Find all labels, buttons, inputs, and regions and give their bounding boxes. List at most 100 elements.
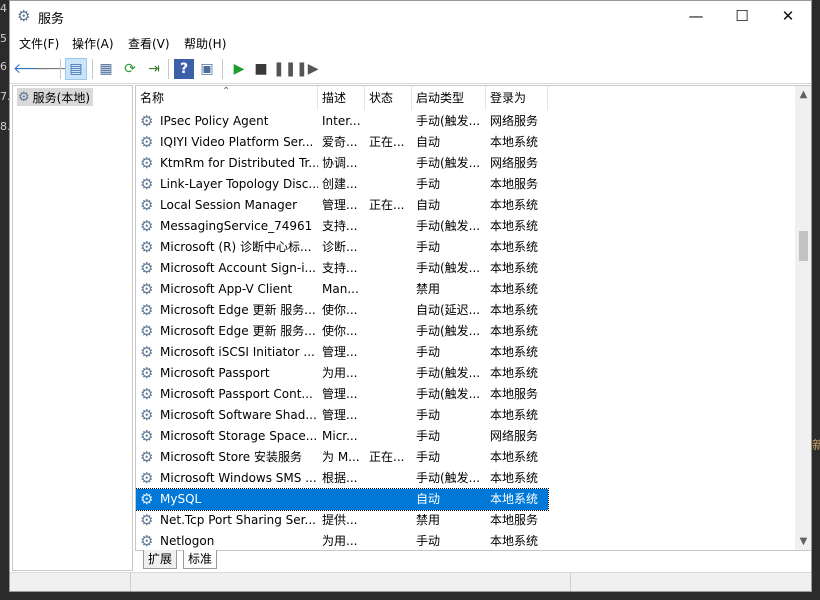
scrollbar-thumb[interactable] (799, 231, 808, 261)
table-row[interactable]: ⚙ Microsoft App-V Client Man... 禁用 本地系统 (136, 279, 548, 300)
toolbar-separator (60, 59, 61, 79)
toolbar-separator (92, 59, 93, 79)
table-row[interactable]: ⚙ Microsoft iSCSI Initiator ... 管理... 手动 本地系… (136, 342, 548, 363)
cell-status (365, 342, 412, 363)
cell-name: Link-Layer Topology Disc... (160, 177, 318, 191)
menu-file[interactable]: 文件(F) (19, 35, 59, 52)
table-row[interactable]: ⚙ Microsoft Account Sign-i... 支持... 手动(触发..… (136, 258, 548, 279)
maximize-button[interactable]: ☐ (719, 1, 765, 31)
service-gear-icon: ⚙ (140, 196, 154, 214)
table-row[interactable]: ⚙ Microsoft Passport 为用... 手动(触发... 本地系统 (136, 363, 548, 384)
cell-logon: 本地系统 (490, 282, 539, 296)
table-row[interactable]: ⚙ Microsoft Storage Space... Micr... 手动 网络服务 (136, 426, 548, 447)
properties-icon[interactable]: ▦ (96, 59, 116, 79)
close-button[interactable]: ✕ (765, 1, 811, 31)
cell-startup: 手动 (416, 345, 441, 359)
table-row[interactable]: ⚙ Microsoft Software Shad... 管理... 手动 本地系统 (136, 405, 548, 426)
cell-desc: 为 M... (322, 450, 360, 464)
cell-startup: 手动(触发... (416, 261, 481, 275)
service-gear-icon: ⚙ (140, 406, 154, 424)
column-header-startup-type[interactable]: 启动类型 (412, 86, 486, 110)
tab-standard[interactable]: 标准 (183, 550, 218, 569)
table-row[interactable]: ⚙ Microsoft Windows SMS ... 根据... 手动(触发... 本… (136, 468, 548, 489)
forward-arrow-icon[interactable]: 🡒 (34, 59, 72, 79)
cell-name: Microsoft Storage Space... (160, 429, 318, 443)
table-row[interactable]: ⚙ IPsec Policy Agent Inter... 手动(触发... 网络服务 (136, 111, 548, 132)
table-row[interactable]: ⚙ Net.Tcp Port Sharing Ser... 提供... 禁用 本地服务 (136, 510, 548, 531)
cell-logon: 本地系统 (490, 324, 539, 338)
table-row[interactable]: ⚙ Microsoft Edge 更新 服务... 使你... 自动(延迟... 本地系… (136, 300, 548, 321)
back-arrow-icon[interactable]: 🡐 (13, 59, 51, 79)
table-row[interactable]: ⚙ KtmRm for Distributed Tr... 协调... 手动(触发..… (136, 153, 548, 174)
cell-desc: Inter... (322, 114, 361, 128)
cell-logon: 本地系统 (490, 135, 539, 149)
cell-desc: 协调... (322, 156, 358, 170)
start-service-icon[interactable]: ▶ (229, 59, 249, 79)
gutter-number: 4 (0, 2, 7, 15)
show-hide-pane-icon[interactable]: ▣ (197, 59, 217, 79)
cell-logon: 网络服务 (490, 156, 539, 170)
table-row[interactable]: ⚙ Microsoft Edge 更新 服务... 使你... 手动(触发... 本地系… (136, 321, 548, 342)
cell-logon: 本地系统 (490, 366, 539, 380)
table-row[interactable]: ⚙ Link-Layer Topology Disc... 创建... 手动 本地服务 (136, 174, 548, 195)
service-gear-icon: ⚙ (140, 385, 154, 403)
cell-startup: 手动(触发... (416, 387, 481, 401)
cell-name: Microsoft Store 安装服务 (160, 450, 302, 464)
status-bar (10, 572, 811, 591)
table-row[interactable]: ⚙ MySQL 自动 本地系统 (136, 488, 549, 511)
cell-desc: 创建... (322, 177, 358, 191)
cell-startup: 手动(触发... (416, 471, 481, 485)
column-header-status[interactable]: 状态 (365, 86, 412, 110)
cell-desc: 提供... (322, 513, 358, 527)
cell-name: Microsoft Edge 更新 服务... (160, 324, 316, 338)
cell-name: Microsoft Edge 更新 服务... (160, 303, 316, 317)
cell-status (365, 405, 412, 426)
vertical-scrollbar[interactable]: ▲ ▼ (795, 86, 811, 550)
table-row[interactable]: ⚙ MessagingService_74961 支持... 手动(触发... 本地系统 (136, 216, 548, 237)
menu-action[interactable]: 操作(A) (72, 35, 114, 52)
scroll-down-icon[interactable]: ▼ (795, 533, 811, 550)
cell-status: 正在... (369, 198, 405, 212)
help-icon[interactable]: ? (174, 59, 194, 79)
table-row[interactable]: ⚙ Netlogon 为用... 手动 本地系统 (136, 531, 548, 550)
tab-extended[interactable]: 扩展 (143, 550, 178, 569)
table-row[interactable]: ⚙ Local Session Manager 管理... 正在... 自动 本地系统 (136, 195, 548, 216)
table-row[interactable]: ⚙ Microsoft Store 安装服务 为 M... 正在... 手动 本地系统 (136, 447, 548, 468)
table-row[interactable]: ⚙ Microsoft Passport Cont... 管理... 手动(触发...… (136, 384, 548, 405)
menu-view[interactable]: 查看(V) (128, 35, 170, 52)
column-header-log-on-as[interactable]: 登录为 (486, 86, 548, 110)
services-list: ⌃ 名称 描述 状态 启动类型 登录为 ⚙ IPsec Policy Agent I… (135, 85, 811, 551)
cell-logon: 本地系统 (490, 492, 539, 506)
cell-status (365, 468, 412, 489)
column-header-description[interactable]: 描述 (318, 86, 365, 110)
service-gear-icon: ⚙ (140, 427, 154, 445)
cell-name: Microsoft Account Sign-i... (160, 261, 316, 275)
cell-name: Microsoft Passport (160, 366, 270, 380)
column-header-name[interactable]: ⌃ 名称 (136, 86, 318, 110)
cell-desc: 爱奇... (322, 135, 358, 149)
cell-startup: 自动 (416, 198, 441, 212)
table-row[interactable]: ⚙ Microsoft (R) 诊断中心标... 诊断... 手动 本地系统 (136, 237, 548, 258)
cell-desc (318, 489, 365, 510)
tree-item-services-local[interactable]: ⚙ 服务(本地) (17, 88, 94, 106)
cell-name: Microsoft iSCSI Initiator ... (160, 345, 315, 359)
console-tree-pane: ⚙ 服务(本地) (12, 85, 133, 571)
export-list-icon[interactable]: ⇥ (144, 59, 164, 79)
service-gear-icon: ⚙ (140, 175, 154, 193)
service-gear-icon: ⚙ (140, 154, 154, 172)
minimize-button[interactable]: — (673, 1, 719, 31)
restart-service-icon[interactable]: ❚▶ (296, 59, 319, 79)
console-tree-icon[interactable]: ▤ (65, 58, 87, 80)
scroll-up-icon[interactable]: ▲ (795, 86, 811, 103)
cell-status: 正在... (369, 135, 405, 149)
cell-desc: 管理... (322, 198, 358, 212)
toolbar-separator (168, 59, 169, 79)
stop-service-icon[interactable]: ■ (251, 59, 271, 79)
menu-help[interactable]: 帮助(H) (184, 35, 226, 52)
table-row[interactable]: ⚙ IQIYI Video Platform Ser... 爱奇... 正在... 自动… (136, 132, 548, 153)
title-bar[interactable]: ⚙ 服务 — ☐ ✕ (10, 1, 811, 31)
refresh-icon[interactable]: ⟳ (120, 59, 140, 79)
background-edge-text: 新 (812, 0, 820, 600)
cell-logon: 网络服务 (490, 429, 539, 443)
pause-service-icon[interactable]: ❚❚ (273, 59, 296, 79)
